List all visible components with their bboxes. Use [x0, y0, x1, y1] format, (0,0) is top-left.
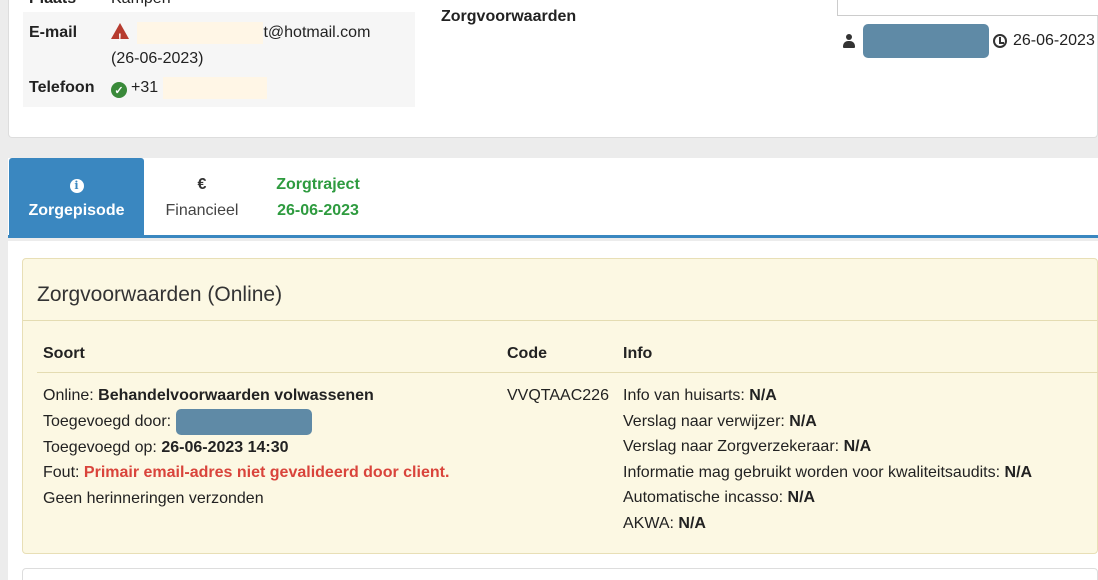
redacted-email [137, 21, 264, 44]
info-row: Automatische incasso: N/A [623, 485, 1032, 511]
info-label: Verslag naar verwijzer: [623, 412, 785, 430]
column-info: Info [623, 345, 653, 362]
error-label: Fout: [43, 464, 80, 482]
column-soort: Soort [43, 345, 85, 362]
info-row: Informatie mag gebruikt worden voor kwal… [623, 460, 1032, 486]
info-row: Verslag naar verwijzer: N/A [623, 409, 1032, 435]
tab-zorgepisode[interactable]: i Zorgepisode [9, 158, 144, 235]
info-row: Verslag naar Zorgverzekeraar: N/A [623, 434, 1032, 460]
info-value: N/A [789, 412, 817, 430]
info-value: N/A [749, 387, 777, 404]
client-row-email: E-mail t@hotmail.com (26-06-2023) [23, 12, 415, 68]
user-date-line: 26-06-2023 [843, 24, 1095, 58]
added-by-label: Toegevoegd door: [43, 412, 172, 430]
tab-bar: i Zorgepisode € Financieel Zorgtraject 2… [8, 158, 1098, 238]
panel-title: Zorgvoorwaarden (Online) [23, 259, 1097, 321]
telefoon-label: Telefoon [29, 78, 95, 96]
user-icon [843, 34, 855, 48]
tab-zorgtraject[interactable]: Zorgtraject 26-06-2023 [260, 158, 376, 235]
info-row: Info van huisarts: N/A [623, 383, 1032, 409]
info-value: N/A [678, 514, 706, 532]
email-suffix: t@hotmail.com [263, 24, 371, 41]
zorgvoorwaarden-panel: Zorgvoorwaarden (Online) Soort Code Info… [22, 258, 1098, 554]
info-value: N/A [843, 438, 872, 456]
info-value: N/A [787, 489, 816, 507]
info-value: N/A [1004, 463, 1033, 481]
soort-cell: Online: Behandelvoorwaarden volwassenen … [43, 383, 449, 511]
next-panel [22, 568, 1098, 580]
column-code: Code [507, 345, 547, 362]
clock-icon [993, 34, 1007, 48]
tab-financieel-label: Financieel [165, 202, 239, 219]
redacted-phone [162, 76, 267, 99]
email-date: (26-06-2023) [111, 50, 204, 67]
info-label: Automatische incasso: [623, 489, 784, 507]
info-cell: Info van huisarts: N/A Verslag naar verw… [623, 383, 1032, 537]
info-label: Info van huisarts: [623, 387, 745, 404]
error-message: Primair email-adres niet gevalideerd doo… [83, 464, 450, 482]
reminders-text: Geen herinneringen verzonden [43, 489, 264, 507]
added-on-label: Toegevoegd op: [43, 438, 157, 456]
info-row: AKWA: N/A [623, 511, 1032, 537]
email-label: E-mail [29, 24, 78, 41]
redacted-user [863, 24, 989, 58]
code-cell: VVQTAAC226 [507, 383, 609, 409]
header-date: 26-06-2023 [1013, 32, 1095, 49]
check-circle-icon: ✓ [111, 82, 127, 99]
online-label: Online: [43, 387, 94, 404]
euro-icon: € [197, 176, 207, 193]
added-on-value: 26-06-2023 14:30 [161, 438, 289, 456]
redacted-added-by [175, 408, 312, 435]
client-info-panel: Plaats Kampen E-mail t@hotmail.com (26-0… [8, 0, 1098, 138]
telefoon-prefix: +31 [131, 78, 159, 96]
plaats-label: Plaats [29, 0, 111, 8]
client-details-table: Plaats Kampen E-mail t@hotmail.com (26-0… [23, 0, 415, 107]
tab-financieel[interactable]: € Financieel [144, 158, 260, 235]
info-label: AKWA: [623, 514, 674, 532]
tab-zorgtraject-date: 26-06-2023 [277, 202, 359, 219]
warning-icon [111, 23, 129, 51]
client-row-plaats: Plaats Kampen [23, 0, 415, 12]
client-row-telefoon: Telefoon ✓ +31 [23, 68, 415, 107]
top-input-field[interactable] [837, 0, 1098, 16]
tab-zorgepisode-label: Zorgepisode [28, 202, 125, 219]
table-divider [37, 372, 1098, 373]
info-label: Informatie mag gebruikt worden voor kwal… [623, 463, 1001, 481]
online-value: Behandelvoorwaarden volwassenen [98, 387, 374, 404]
plaats-value: Kampen [111, 0, 409, 8]
info-label: Verslag naar Zorgverzekeraar: [623, 438, 840, 456]
info-icon: i [69, 179, 84, 193]
tab-zorgtraject-label: Zorgtraject [276, 176, 360, 193]
zorgvoorwaarden-label: Zorgvoorwaarden [441, 8, 577, 25]
code-value: VVQTAAC226 [507, 387, 609, 404]
